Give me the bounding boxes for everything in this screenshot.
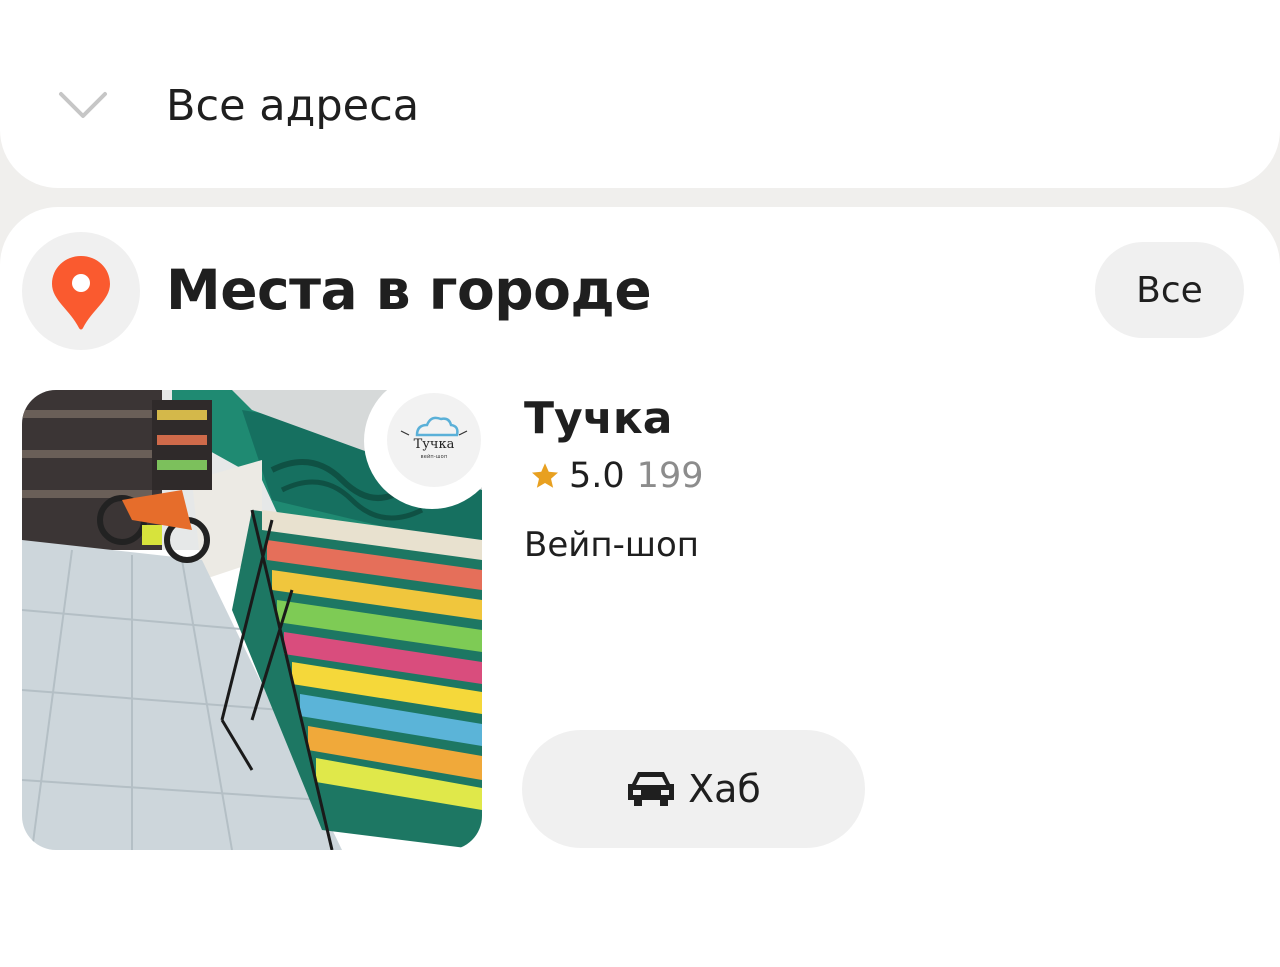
taxi-button[interactable]: Хаб bbox=[522, 730, 865, 848]
all-places-button[interactable]: Все bbox=[1095, 242, 1244, 338]
rating-value: 5.0 bbox=[569, 456, 625, 496]
place-logo: Тучка вейп-шоп bbox=[387, 393, 481, 487]
map-pin-icon bbox=[52, 256, 110, 330]
logo-text: Тучка bbox=[413, 437, 455, 452]
place-category: Вейп-шоп bbox=[524, 525, 699, 565]
star-icon bbox=[532, 463, 558, 488]
places-section: Места в городе Все Тучка вейп-шоп Тучка … bbox=[0, 207, 1280, 967]
reviews-count: 199 bbox=[636, 456, 704, 496]
taxi-button-label: Хаб bbox=[688, 767, 761, 811]
rating-row: 5.0 199 bbox=[530, 454, 703, 498]
section-icon-container bbox=[22, 232, 140, 350]
taxi-car-icon bbox=[628, 772, 675, 806]
section-title: Места в городе bbox=[166, 258, 652, 322]
logo-subtitle: вейп-шоп bbox=[420, 454, 448, 460]
address-selector[interactable]: Все адреса bbox=[0, 0, 1280, 188]
address-selector-label: Все адреса bbox=[166, 81, 420, 131]
place-name[interactable]: Тучка bbox=[524, 391, 672, 447]
chevron-down-icon bbox=[59, 92, 107, 118]
